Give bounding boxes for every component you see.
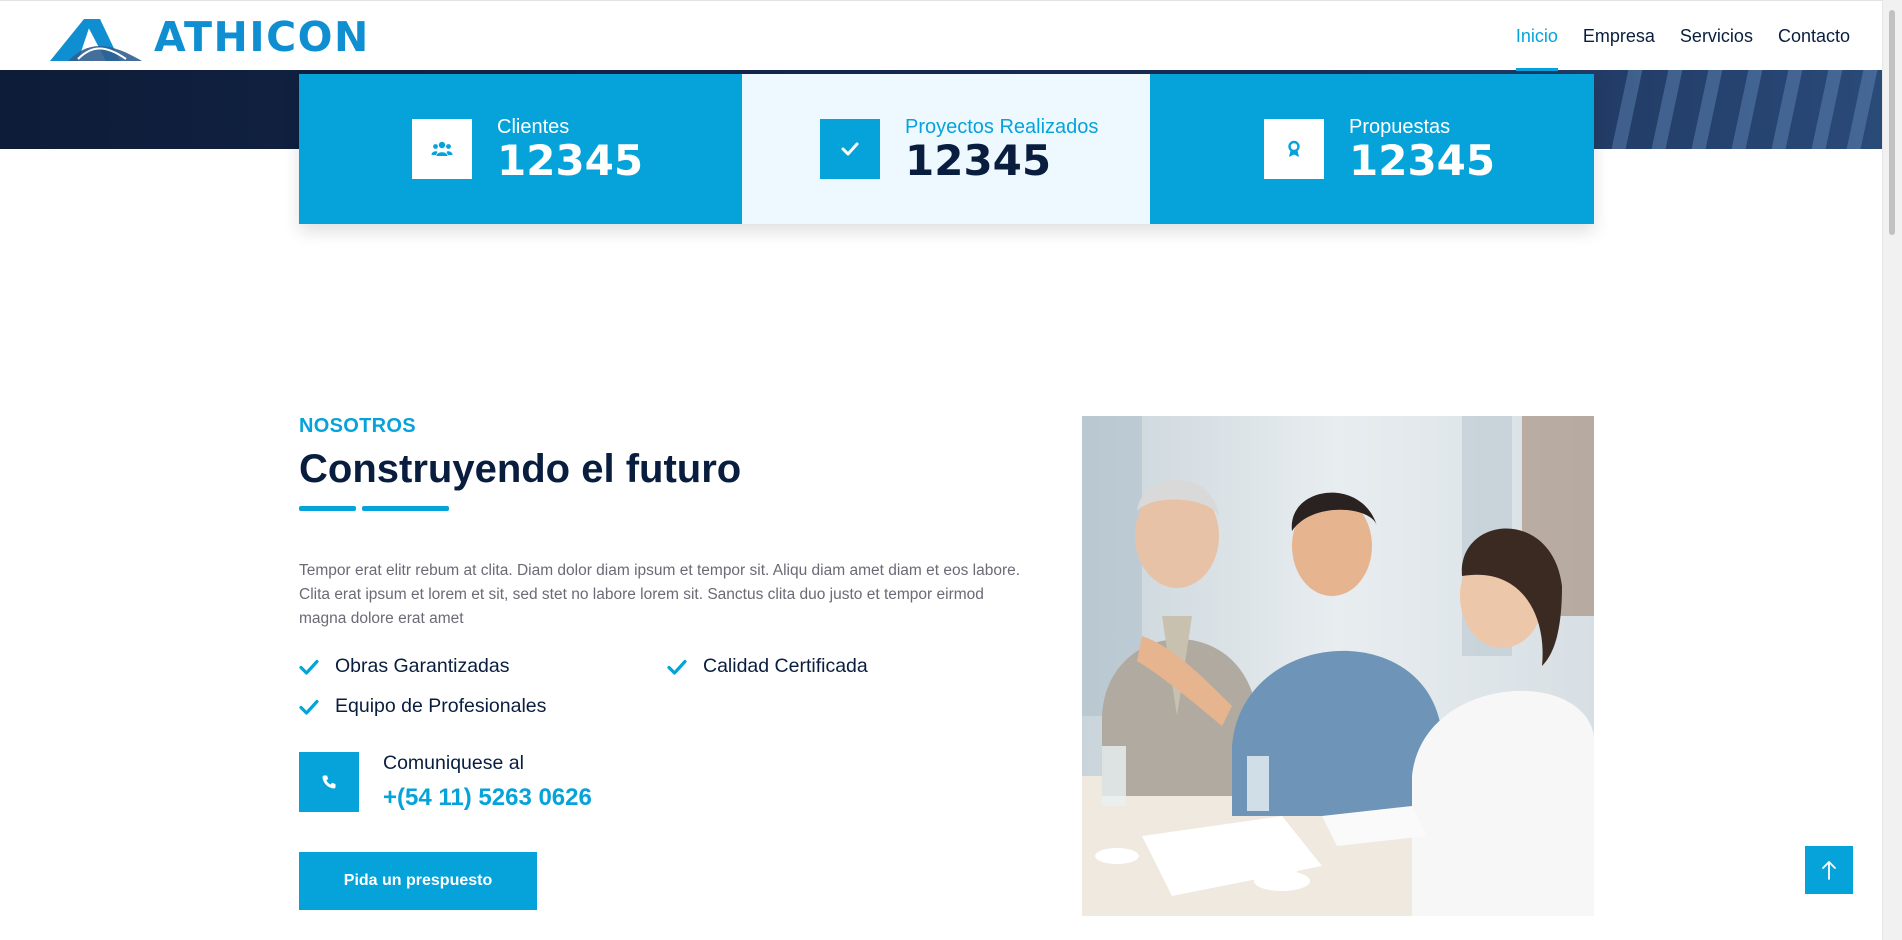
feature-item: Calidad Certificada <box>667 655 868 678</box>
check-icon <box>667 656 689 678</box>
award-icon <box>1264 119 1324 179</box>
brand-name: ATHICON <box>154 12 370 61</box>
feature-label: Calidad Certificada <box>703 655 868 677</box>
phone-number-link[interactable]: +(54 11) 5263 0626 <box>383 784 592 812</box>
brand-logo[interactable]: ATHICON <box>48 11 370 63</box>
stat-clientes: Clientes 12345 <box>299 74 742 224</box>
main-nav: Inicio Empresa Servicios Contacto <box>1515 1 1850 71</box>
check-icon <box>820 119 880 179</box>
back-to-top-button[interactable] <box>1805 846 1853 894</box>
page-scrollbar[interactable] <box>1882 0 1902 940</box>
meeting-photo <box>1082 416 1594 916</box>
title-underline <box>299 506 356 511</box>
contact-label: Comuniquese al <box>383 752 524 774</box>
stat-propuestas: Propuestas 12345 <box>1150 74 1594 224</box>
check-icon <box>299 696 321 718</box>
nav-item-empresa[interactable]: Empresa <box>1583 1 1655 71</box>
feature-label: Obras Garantizadas <box>335 655 510 677</box>
section-kicker: NOSOTROS <box>299 415 416 437</box>
feature-item: Equipo de Profesionales <box>299 695 546 718</box>
check-icon <box>299 656 321 678</box>
title-underline <box>362 506 449 511</box>
logo-mark-icon <box>50 19 142 61</box>
nav-item-servicios[interactable]: Servicios <box>1680 1 1753 71</box>
section-title: Construyendo el futuro <box>299 447 742 491</box>
phone-icon <box>299 752 359 812</box>
stat-proyectos: Proyectos Realizados 12345 <box>742 74 1150 224</box>
navbar: ATHICON Inicio Empresa Servicios Contact… <box>0 0 1882 71</box>
feature-label: Equipo de Profesionales <box>335 695 547 717</box>
nav-item-contacto[interactable]: Contacto <box>1778 1 1850 71</box>
feature-item: Obras Garantizadas <box>299 655 510 678</box>
arrow-up-icon <box>1822 861 1836 880</box>
stat-value: 12345 <box>497 135 644 185</box>
scrollbar-thumb[interactable] <box>1889 10 1895 235</box>
users-icon <box>412 119 472 179</box>
nav-item-inicio[interactable]: Inicio <box>1515 1 1558 71</box>
about-description: Tempor erat elitr rebum at clita. Diam d… <box>299 562 1021 627</box>
stat-value: 12345 <box>905 135 1052 185</box>
stat-value: 12345 <box>1349 135 1496 185</box>
stats-bar: Clientes 12345 Proyectos Realizados 1234… <box>299 74 1594 224</box>
quote-request-button[interactable]: Pida un prespuesto <box>299 852 537 910</box>
